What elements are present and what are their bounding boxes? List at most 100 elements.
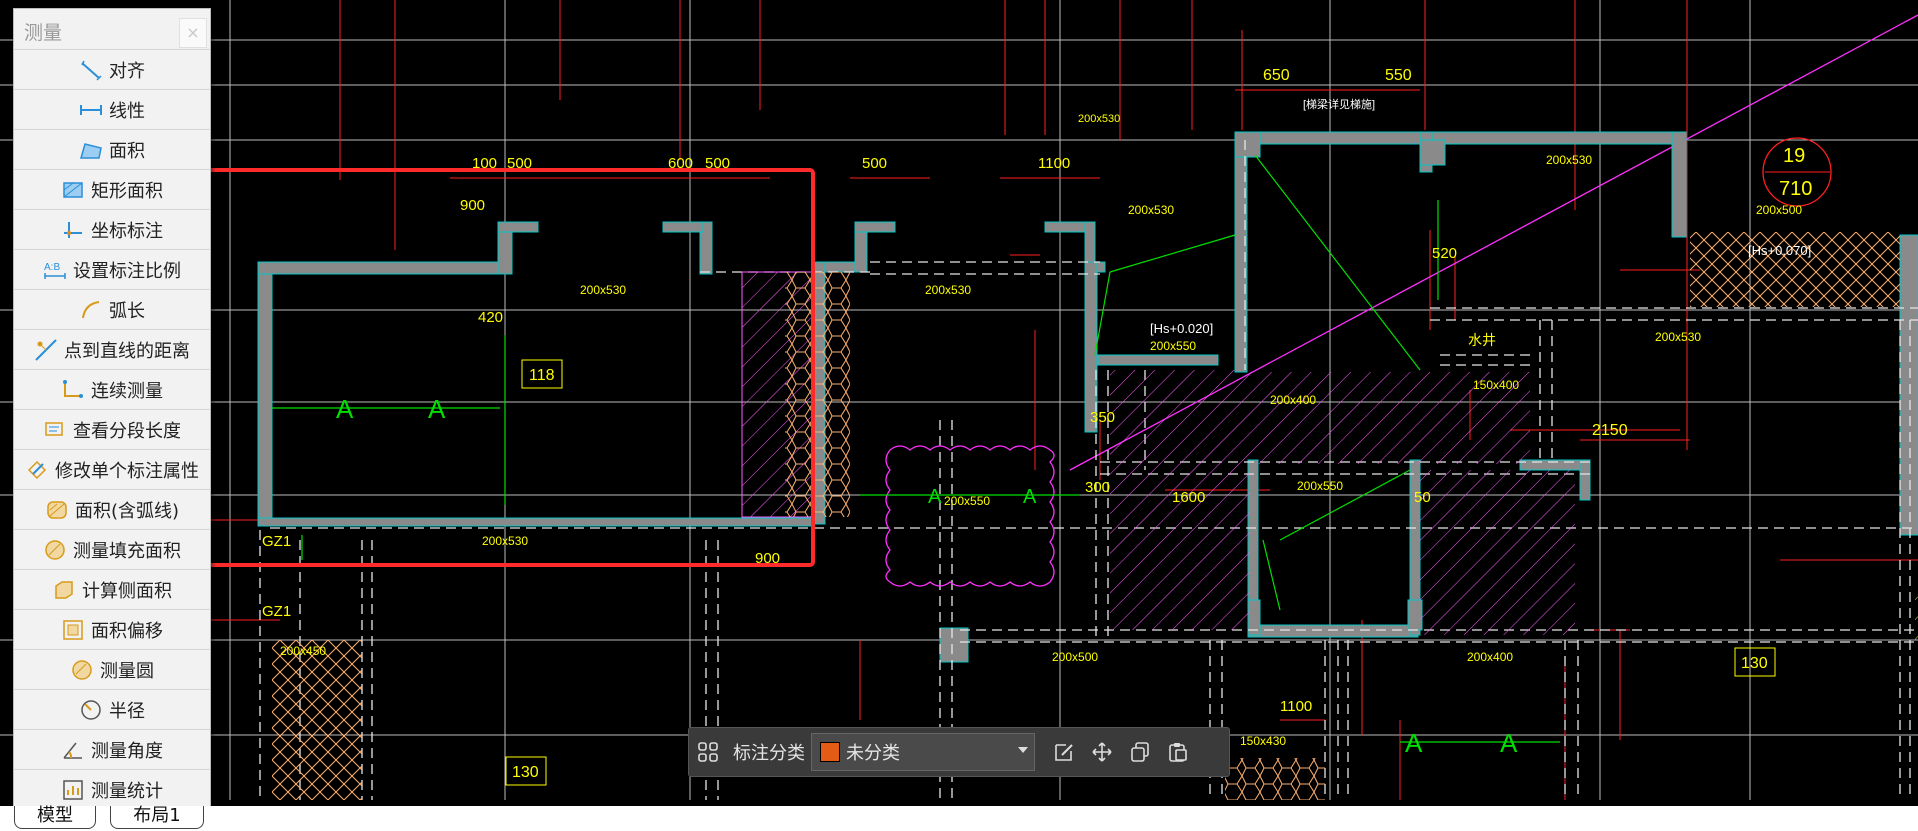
category-select[interactable]: 未分类 xyxy=(811,733,1035,771)
tool-fill-area[interactable]: 测量填充面积 xyxy=(14,530,210,570)
dim-100: 100 xyxy=(472,155,497,172)
tool-aligned[interactable]: 对齐 xyxy=(14,50,210,90)
elev-e: [梯梁详见梯施] xyxy=(1303,97,1375,111)
point-line-distance-icon xyxy=(35,338,57,361)
svg-text:130: 130 xyxy=(1741,655,1768,672)
edit-icon[interactable] xyxy=(1045,733,1083,771)
beam-o: 200x550 xyxy=(944,494,990,508)
linear-dimension-icon xyxy=(80,104,102,115)
area-offset-icon xyxy=(63,619,83,640)
tool-coordinate[interactable]: 坐标标注 xyxy=(14,210,210,250)
continuous-measure-icon xyxy=(63,379,83,398)
svg-text:130: 130 xyxy=(512,764,539,781)
annotation-toolbar: 标注分类 未分类 xyxy=(688,727,1230,777)
measure-panel: 测量 × 对齐 线性 面积 矩形面积 坐标标注 A:B 设置标注比例 弧长 点到直… xyxy=(13,8,211,812)
tab-model[interactable]: 模型 xyxy=(14,806,96,829)
svg-text:118: 118 xyxy=(529,367,555,384)
dim-350: 350 xyxy=(1090,409,1115,426)
svg-text:A: A xyxy=(336,394,354,424)
beam-q: 200x450 xyxy=(280,644,326,658)
tool-area[interactable]: 面积 xyxy=(14,130,210,170)
tool-label: 测量统计 xyxy=(91,780,163,802)
tool-label: 连续测量 xyxy=(91,380,163,402)
coordinate-icon xyxy=(64,221,82,238)
tool-angle[interactable]: 测量角度 xyxy=(14,730,210,770)
beam-a: 200x530 xyxy=(580,283,626,297)
grid-icon[interactable] xyxy=(689,733,727,771)
dim-500c: 500 xyxy=(862,155,887,172)
tool-rect-area[interactable]: 矩形面积 xyxy=(14,170,210,210)
elev-d: [Hs+0.070] xyxy=(1748,243,1811,258)
angle-icon xyxy=(63,742,82,759)
dim-500b: 500 xyxy=(705,155,730,172)
tool-label: 测量角度 xyxy=(91,740,163,762)
tool-linear[interactable]: 线性 xyxy=(14,90,210,130)
statistics-icon xyxy=(63,779,83,800)
layout-tab-strip xyxy=(0,806,1918,831)
dim-520: 520 xyxy=(1432,245,1457,262)
tool-label: 半径 xyxy=(109,700,145,722)
category-color-swatch xyxy=(820,742,840,762)
beam-j: 150x400 xyxy=(1473,378,1519,392)
tool-label: 弧长 xyxy=(109,300,145,322)
svg-text:A: A xyxy=(1023,486,1037,508)
tool-point-line[interactable]: 点到直线的距离 xyxy=(14,330,210,370)
tool-continuous[interactable]: 连续测量 xyxy=(14,370,210,410)
cad-drawing-canvas[interactable]: 650 550 100 500 600 500 500 1100 900 420… xyxy=(0,0,1918,831)
tool-arc-length[interactable]: 弧长 xyxy=(14,290,210,330)
panel-title: 测量 xyxy=(24,22,63,44)
dim-900: 900 xyxy=(460,197,485,214)
category-selected-value: 未分类 xyxy=(846,743,900,764)
fill-area-icon xyxy=(45,539,65,560)
tool-scale[interactable]: A:B 设置标注比例 xyxy=(14,250,210,290)
chevron-down-icon xyxy=(1018,747,1028,753)
elev-a: [Hs+0.020] xyxy=(1150,321,1213,336)
tool-edit-dim[interactable]: 修改单个标注属性 xyxy=(14,450,210,490)
aligned-dimension-icon xyxy=(81,60,102,81)
tool-label: 面积(含弧线) xyxy=(74,500,180,522)
dim-300: 300 xyxy=(1085,479,1110,496)
panel-header: 测量 × xyxy=(14,9,210,49)
beam-h: 200x550 xyxy=(1150,339,1196,353)
beam-c: 200x530 xyxy=(482,534,528,548)
tool-arc-area[interactable]: 面积(含弧线) xyxy=(14,490,210,530)
tool-label: 坐标标注 xyxy=(91,220,163,242)
beam-l: 200x530 xyxy=(1655,330,1701,344)
beam-g: 200x400 xyxy=(1467,650,1513,664)
beam-m: 200x500 xyxy=(1756,203,1802,217)
svg-text:A:B: A:B xyxy=(44,262,60,273)
beam-i: 200x400 xyxy=(1270,393,1316,407)
move-icon[interactable] xyxy=(1083,733,1121,771)
tool-area-offset[interactable]: 面积偏移 xyxy=(14,610,210,650)
beam-p: 150x430 xyxy=(1240,734,1286,748)
scale-icon: A:B xyxy=(44,262,66,279)
dim-50: 50 xyxy=(1414,489,1431,506)
tool-label: 线性 xyxy=(109,100,145,122)
dim-550: 550 xyxy=(1385,67,1412,84)
tool-statistics[interactable]: 测量统计 xyxy=(14,770,210,810)
tool-segment[interactable]: 查看分段长度 xyxy=(14,410,210,450)
close-icon[interactable]: × xyxy=(179,18,207,48)
tool-label: 测量圆 xyxy=(100,660,154,682)
svg-text:A: A xyxy=(428,394,446,424)
tool-label: 修改单个标注属性 xyxy=(55,460,199,482)
tool-side-area[interactable]: 计算侧面积 xyxy=(14,570,210,610)
paste-icon[interactable] xyxy=(1159,733,1197,771)
tool-radius[interactable]: 半径 xyxy=(14,690,210,730)
dim-2150: 2150 xyxy=(1592,422,1628,439)
category-label: 标注分类 xyxy=(733,743,805,764)
dim-900b: 900 xyxy=(755,550,780,567)
tool-label: 面积 xyxy=(109,140,145,162)
copy-icon[interactable] xyxy=(1121,733,1159,771)
tool-label: 测量填充面积 xyxy=(73,540,181,562)
dim-500a: 500 xyxy=(507,155,532,172)
bubble-bottom: 710 xyxy=(1779,178,1812,200)
beam-e: 200x530 xyxy=(1546,153,1592,167)
svg-text:A: A xyxy=(928,486,942,508)
dim-1100: 1100 xyxy=(1038,155,1070,172)
dim-1600: 1600 xyxy=(1172,489,1205,506)
dim-1100b: 1100 xyxy=(1280,698,1312,715)
tool-circle[interactable]: 测量圆 xyxy=(14,650,210,690)
dim-420: 420 xyxy=(478,309,503,326)
tab-layout1[interactable]: 布局1 xyxy=(110,806,204,829)
